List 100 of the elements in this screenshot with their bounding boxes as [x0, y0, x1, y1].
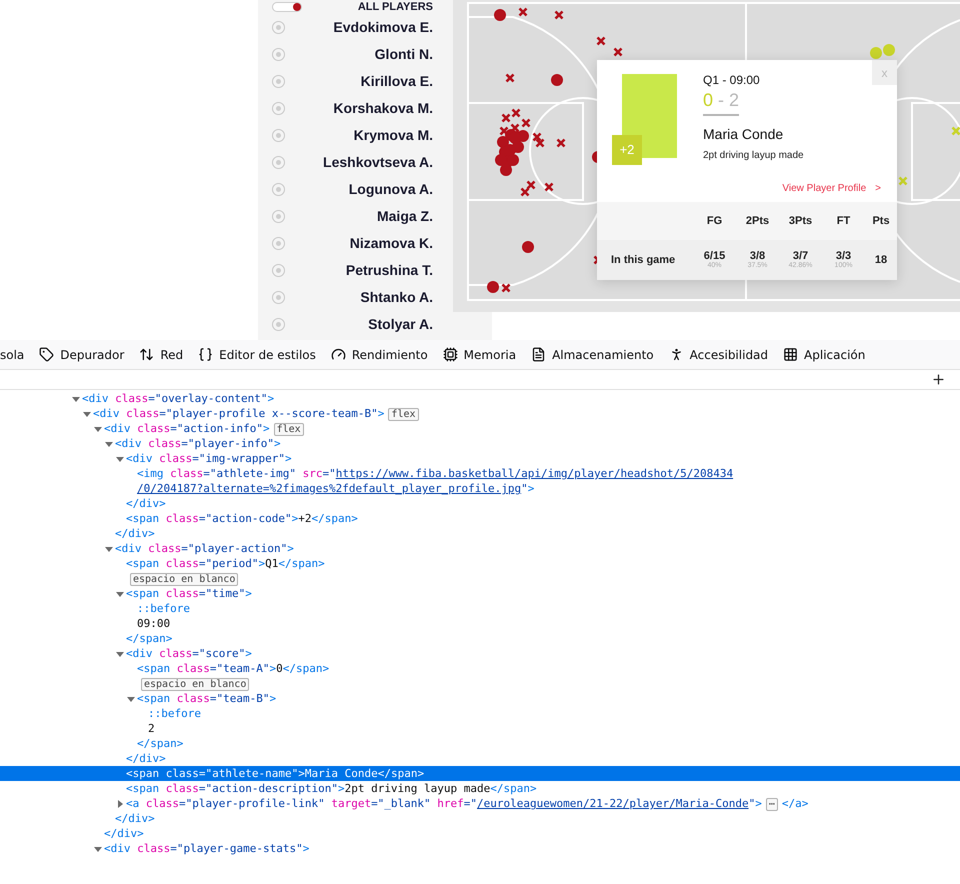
- devtools-tab[interactable]: Depurador: [39, 346, 124, 364]
- devtools-tab[interactable]: Aplicación: [783, 346, 866, 364]
- tab-icon: [198, 347, 214, 362]
- player-name[interactable]: Petrushina T.: [346, 260, 433, 281]
- player-name[interactable]: Stolyar A.: [368, 314, 433, 335]
- player-name[interactable]: Maiga Z.: [376, 206, 433, 227]
- markup-row[interactable]: espacio en blanco: [0, 676, 960, 691]
- player-name[interactable]: Kirillova E.: [360, 71, 433, 92]
- toggle-triangle-icon[interactable]: [116, 590, 124, 598]
- player-name[interactable]: Nizamova K.: [350, 233, 433, 254]
- toggle-triangle-icon[interactable]: [116, 800, 124, 808]
- node-badge[interactable]: flex: [388, 408, 419, 421]
- view-profile-link[interactable]: View Player Profile >: [782, 181, 881, 196]
- markup-row[interactable]: <div class="overlay-content">: [0, 391, 960, 406]
- markup-row[interactable]: <img class="athlete-img" src="https://www.fiba.basketball/api/img/player/headshot/5/208434 /0/204187?alternate=%2fimages%2fdefault_player_profile.jpg">: [0, 466, 960, 496]
- player-name[interactable]: Korshakova M.: [333, 98, 433, 119]
- add-node-icon[interactable]: [931, 372, 946, 387]
- devtools-tab[interactable]: Editor de estilos: [198, 346, 316, 364]
- markup-row[interactable]: <div class="player-game-stats">: [0, 841, 960, 856]
- code-line: </a>: [782, 796, 808, 811]
- markup-row[interactable]: <div class="player-profile x--score-team-B"> flex: [0, 406, 960, 421]
- code-line: </div>: [115, 526, 155, 541]
- markup-row[interactable]: <div class="player-info">: [0, 436, 960, 451]
- player-name[interactable]: Krymova M.: [354, 125, 433, 146]
- code-line: </span>: [126, 631, 172, 646]
- node-badge[interactable]: flex: [274, 423, 304, 436]
- player-name[interactable]: Glonti N.: [374, 44, 433, 65]
- markup-row[interactable]: ::before: [0, 601, 960, 616]
- radio-button[interactable]: [272, 75, 285, 88]
- radio-button[interactable]: [272, 210, 285, 223]
- radio-button[interactable]: [272, 183, 285, 196]
- markup-row[interactable]: <div class="player-action">: [0, 541, 960, 556]
- devtools-tab[interactable]: Almacenamiento: [531, 346, 654, 364]
- toggle-triangle-icon[interactable]: [116, 650, 124, 658]
- radio-button[interactable]: [272, 156, 285, 169]
- player-name[interactable]: Leshkovtseva A.: [323, 152, 433, 173]
- markup-row[interactable]: espacio en blanco: [0, 571, 960, 586]
- devtools-tab[interactable]: sola: [0, 346, 24, 364]
- toggle-triangle-icon[interactable]: [105, 440, 113, 448]
- player-name[interactable]: Shtanko A.: [360, 287, 433, 308]
- markup-row[interactable]: </div>: [0, 496, 960, 511]
- code-line: <div class="action-info">: [104, 421, 270, 436]
- devtools-tab[interactable]: Accesibilidad: [668, 346, 768, 364]
- markup-row[interactable]: ::before: [0, 706, 960, 721]
- markup-row[interactable]: </div>: [0, 811, 960, 826]
- player-name[interactable]: Evdokimova E.: [333, 17, 433, 38]
- action-description: 2pt driving layup made: [703, 149, 804, 163]
- markup-row[interactable]: <div class="score">: [0, 646, 960, 661]
- radio-button[interactable]: [272, 102, 285, 115]
- markup-row[interactable]: <span class="action-description">2pt driving layup made</span>: [0, 781, 960, 796]
- radio-button[interactable]: [272, 237, 285, 250]
- node-badge[interactable]: ⋯: [766, 798, 778, 811]
- devtools-tab[interactable]: Rendimiento: [330, 346, 428, 364]
- markup-row[interactable]: 09:00: [0, 616, 960, 631]
- markup-row[interactable]: 2: [0, 721, 960, 736]
- toggle-triangle-icon[interactable]: [94, 424, 102, 432]
- markup-row[interactable]: </span>: [0, 736, 960, 751]
- markup-row[interactable]: </div>: [0, 751, 960, 766]
- radio-button[interactable]: [272, 21, 285, 34]
- code-line: 09:00: [137, 616, 170, 631]
- code-line: ::before: [148, 706, 201, 721]
- url-link[interactable]: https://www.fiba.basketball/api/img/player/headshot/5/208434: [336, 467, 734, 480]
- toggle-triangle-icon[interactable]: [83, 410, 91, 418]
- player-name[interactable]: Logunova A.: [348, 179, 433, 200]
- markup-row[interactable]: <span class="team-B">: [0, 691, 960, 706]
- devtools-tab[interactable]: Memoria: [442, 346, 516, 364]
- markup-row[interactable]: <span class="athlete-name">Maria Conde</span>: [0, 766, 960, 781]
- markup-row[interactable]: </span>: [0, 631, 960, 646]
- node-badge[interactable]: espacio en blanco: [130, 573, 238, 586]
- toggle-triangle-icon[interactable]: [94, 844, 102, 852]
- toggle-triangle-icon[interactable]: [72, 394, 80, 402]
- markup-row[interactable]: </div>: [0, 526, 960, 541]
- markup-row[interactable]: <a class="player-profile-link" target="_blank" href="/euroleaguewomen/21-22/player/Maria-Conde"> ⋯ </a>: [0, 796, 960, 811]
- markup-row[interactable]: <span class="team-A">0</span>: [0, 661, 960, 676]
- markup-row[interactable]: </div>: [0, 826, 960, 841]
- toggle-triangle-icon[interactable]: [105, 544, 113, 552]
- radio-button[interactable]: [272, 318, 285, 331]
- markup-row[interactable]: <span class="time">: [0, 586, 960, 601]
- code-line: </div>: [126, 496, 166, 511]
- code-line: <div class="player-game-stats">: [104, 841, 310, 856]
- url-link[interactable]: /0/204187?alternate=%2fimages%2fdefault_player_profile.jpg: [137, 482, 522, 495]
- markup-row[interactable]: <div class="img-wrapper">: [0, 451, 960, 466]
- radio-button[interactable]: [272, 48, 285, 61]
- toggle-triangle-icon[interactable]: [116, 454, 124, 462]
- code-line: <span class="time">: [126, 586, 252, 601]
- markup-row[interactable]: <span class="period">Q1</span>: [0, 556, 960, 571]
- toggle-triangle-icon[interactable]: [127, 694, 135, 702]
- score: 0 - 2: [703, 88, 740, 116]
- code-line: <div class="score">: [126, 646, 252, 661]
- node-badge[interactable]: espacio en blanco: [141, 678, 250, 691]
- code-line: <span class="action-code">+2</span>: [126, 511, 358, 526]
- toggle-switch[interactable]: [272, 2, 302, 12]
- radio-button[interactable]: [272, 129, 285, 142]
- radio-button[interactable]: [272, 291, 285, 304]
- devtools-tab[interactable]: Red: [139, 346, 184, 364]
- markup-row[interactable]: <div class="action-info"> flex: [0, 421, 960, 436]
- url-link[interactable]: /euroleaguewomen/21-22/player/Maria-Conde: [477, 797, 749, 810]
- tab-icon: [39, 347, 54, 362]
- radio-button[interactable]: [272, 264, 285, 277]
- markup-row[interactable]: <span class="action-code">+2</span>: [0, 511, 960, 526]
